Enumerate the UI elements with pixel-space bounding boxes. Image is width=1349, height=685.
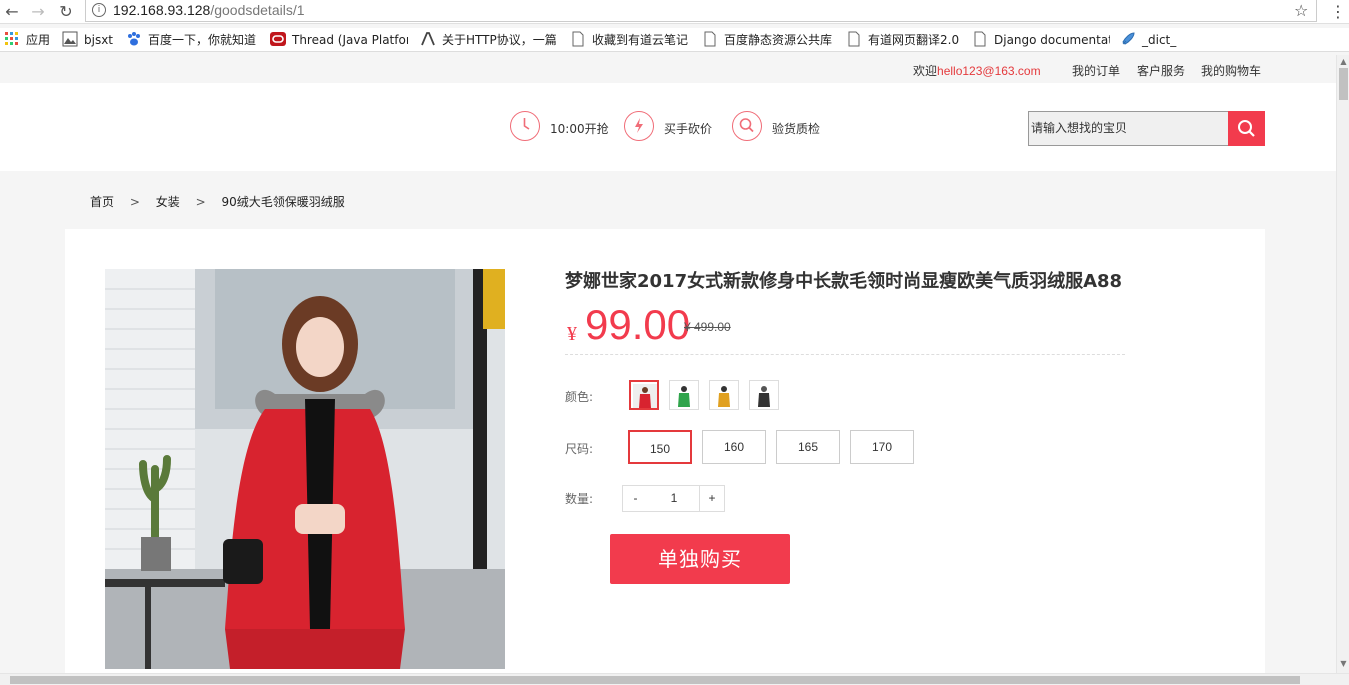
size-option-165[interactable]: 165 — [776, 430, 840, 464]
magnifier-icon — [732, 111, 762, 141]
scroll-up-icon[interactable]: ▲ — [1339, 57, 1348, 66]
breadcrumb-home[interactable]: 首页 — [90, 195, 114, 209]
bookmark-bjsxt[interactable]: bjsxt — [62, 30, 122, 50]
url-path: /goodsdetails/1 — [210, 2, 305, 18]
bookmark-label: 百度一下，你就知道 — [148, 33, 257, 47]
my-orders-link[interactable]: 我的订单 — [1072, 62, 1120, 79]
feature-label: 10:00开抢 — [550, 122, 609, 136]
color-swatch-green[interactable] — [669, 380, 699, 410]
vertical-scrollbar[interactable]: ▲ ▼ — [1336, 55, 1349, 673]
lightning-icon — [624, 111, 654, 141]
product-card: 梦娜世家2017女式新款修身中长款毛领时尚显瘦欧美气质羽绒服A88 ¥ 99.0… — [65, 229, 1265, 673]
bookmark-star-icon[interactable]: ☆ — [1294, 1, 1308, 20]
bookmark-label: bjsxt — [84, 33, 114, 47]
feature-label: 验货质检 — [772, 122, 821, 136]
page-icon — [846, 31, 862, 47]
color-swatch-red[interactable] — [629, 380, 659, 410]
bookmark-django-docs[interactable]: Django documentat — [972, 30, 1110, 50]
back-arrow-icon[interactable]: ← — [2, 2, 22, 22]
breadcrumb-separator: > — [195, 195, 206, 209]
customer-service-link[interactable]: 客户服务 — [1137, 62, 1185, 79]
feature-label: 买手砍价 — [664, 122, 713, 136]
forward-arrow-icon[interactable]: → — [28, 2, 48, 22]
welcome-label: 欢迎 — [913, 64, 938, 78]
size-option-160[interactable]: 160 — [702, 430, 766, 464]
bookmark-label: Thread (Java Platfor — [292, 33, 408, 47]
search-button[interactable] — [1228, 111, 1265, 146]
original-price: ¥ 499.00 — [684, 320, 731, 334]
bookmark-label: 有道网页翻译2.0 — [868, 33, 960, 47]
site-topbar: 欢迎hello123@163.com 我的订单 客户服务 我的购物车 — [0, 55, 1336, 83]
size-option-170[interactable]: 170 — [850, 430, 914, 464]
page-viewport: 欢迎hello123@163.com 我的订单 客户服务 我的购物车 10:00… — [0, 55, 1336, 673]
page-icon — [702, 31, 718, 47]
user-email-link[interactable]: hello123@163.com — [937, 64, 1041, 78]
quantity-label: 数量: — [565, 492, 594, 506]
bookmark-java-thread[interactable]: Thread (Java Platfor — [270, 30, 408, 50]
color-swatch-black[interactable] — [749, 380, 779, 410]
bookmarks-bar: 应用 bjsxt 百度一下，你就知道 Thread (Java Platfor … — [0, 28, 1349, 52]
bookmark-http-article[interactable]: 关于HTTP协议，一篇 — [420, 30, 560, 50]
bookmark-label: 应用 — [26, 33, 51, 47]
search-icon — [1238, 120, 1255, 137]
scroll-down-icon[interactable]: ▼ — [1339, 659, 1348, 668]
bookmark-youdao-note[interactable]: 收藏到有道云笔记 — [570, 30, 694, 50]
cart-link[interactable]: 我的购物车 — [1201, 62, 1261, 79]
info-icon[interactable]: i — [92, 3, 106, 17]
bookmark-label: Django documentat — [994, 33, 1110, 47]
size-label: 尺码: — [565, 442, 594, 456]
breadcrumb-category[interactable]: 女装 — [156, 195, 180, 209]
browser-address-bar: ← → ↻ i 192.168.93.128/goodsdetails/1 ☆ … — [0, 0, 1349, 24]
quantity-input[interactable]: 1 — [648, 485, 700, 512]
search-input[interactable]: 请输入想找的宝贝 — [1028, 111, 1228, 146]
current-price: 99.00 — [585, 301, 691, 348]
oracle-icon — [270, 31, 286, 47]
image-icon — [62, 31, 78, 47]
url-field[interactable]: i 192.168.93.128/goodsdetails/1 — [85, 0, 1317, 22]
product-title: 梦娜世家2017女式新款修身中长款毛领时尚显瘦欧美气质羽绒服A88 — [565, 271, 1123, 292]
product-image[interactable] — [105, 269, 505, 669]
site-header: 10:00开抢 买手砍价 验货质检 请输入想找的宝贝 — [0, 83, 1336, 171]
page-icon — [972, 31, 988, 47]
breadcrumb-separator: > — [129, 195, 140, 209]
color-swatch-yellow[interactable] — [709, 380, 739, 410]
buy-now-button[interactable]: 单独购买 — [610, 534, 790, 584]
bookmark-dict[interactable]: _dict_ — [1120, 30, 1184, 50]
quantity-increase-button[interactable]: + — [699, 485, 725, 512]
size-option-150[interactable]: 150 — [628, 430, 692, 464]
welcome-text: 欢迎hello123@163.com — [913, 62, 1041, 79]
bookmark-label: _dict_ — [1142, 33, 1177, 47]
bookmark-label: 关于HTTP协议，一篇 — [442, 33, 557, 47]
horizontal-scroll-thumb[interactable] — [10, 676, 1300, 684]
rocket-icon — [1120, 31, 1136, 47]
bookmark-baidu-static[interactable]: 百度静态资源公共库 — [702, 30, 838, 50]
breadcrumb: 首页 > 女装 > 90绒大毛领保暖羽绒服 — [90, 193, 357, 210]
url-host: 192.168.93.128 — [113, 2, 211, 18]
horizontal-scrollbar[interactable] — [0, 673, 1349, 685]
color-label: 颜色: — [565, 390, 594, 404]
bookmark-apps[interactable]: 应用 — [4, 30, 56, 50]
apps-grid-icon — [4, 31, 20, 47]
clock-icon — [510, 111, 540, 141]
divider — [565, 354, 1125, 355]
currency-symbol: ¥ — [567, 323, 577, 345]
page-icon — [570, 31, 586, 47]
bookmark-youdao-translate[interactable]: 有道网页翻译2.0 — [846, 30, 966, 50]
vertical-scroll-thumb[interactable] — [1339, 68, 1348, 100]
breadcrumb-current: 90绒大毛领保暖羽绒服 — [221, 195, 345, 209]
bookmark-label: 收藏到有道云笔记 — [592, 33, 689, 47]
site-logo-icon — [420, 31, 436, 47]
quantity-decrease-button[interactable]: - — [622, 485, 649, 512]
browser-menu-icon[interactable]: ⋮ — [1330, 2, 1346, 21]
search-box: 请输入想找的宝贝 — [1028, 111, 1265, 146]
bookmark-baidu[interactable]: 百度一下，你就知道 — [126, 30, 262, 50]
baidu-paw-icon — [126, 31, 142, 47]
reload-icon[interactable]: ↻ — [56, 2, 76, 22]
bookmark-label: 百度静态资源公共库 — [724, 33, 833, 47]
